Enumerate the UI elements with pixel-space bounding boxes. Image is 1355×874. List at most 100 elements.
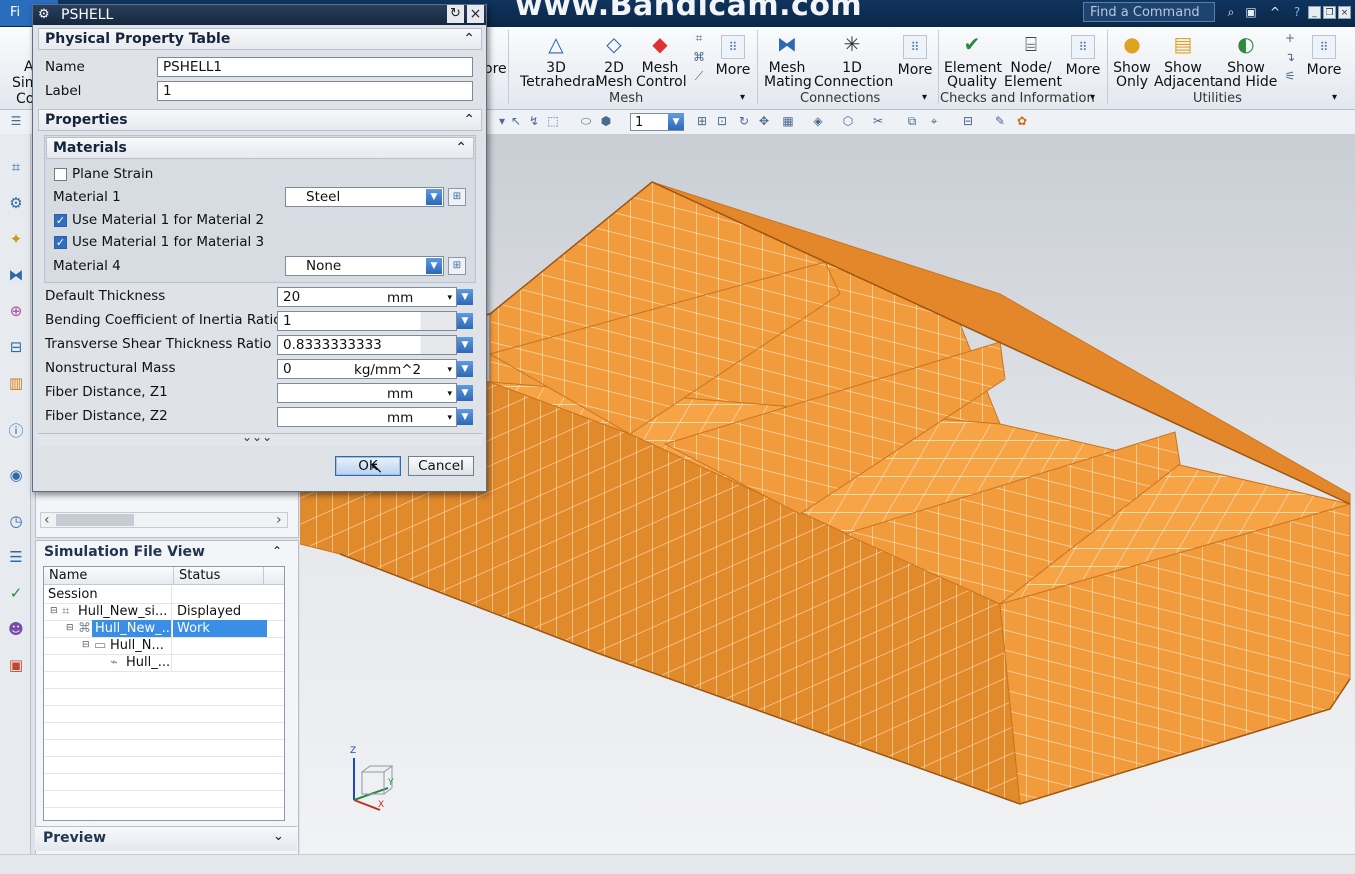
pan-icon[interactable]: ✥ [756,113,772,129]
info-icon[interactable]: ⓘ [6,420,26,442]
chevron-up-icon[interactable]: ⌃ [272,544,282,558]
material-1-dropdown[interactable]: Steel ▼ [285,187,444,207]
expression-menu-icon[interactable]: ▼ [457,361,473,377]
default-thickness-input[interactable] [277,287,385,307]
rectangle-select-icon[interactable]: ⬚ [545,113,561,129]
chevron-up-icon[interactable]: ⌃ [463,29,475,49]
scroll-left-icon[interactable]: ‹ [44,512,50,528]
cancel-button[interactable]: Cancel [408,456,474,476]
name-input[interactable] [157,57,473,77]
collapse-icon[interactable]: ⊟ [82,637,90,654]
2d-mesh-button[interactable]: ◇ 2D Mesh [594,31,634,89]
expression-menu-icon[interactable]: ▼ [457,409,473,425]
web-browser-icon[interactable]: ⊟ [6,336,26,358]
properties-header[interactable]: Properties ⌃ [38,109,482,131]
chevron-down-icon[interactable]: ▾ [922,92,927,103]
display-mode-icon[interactable]: ▦ [780,113,796,129]
physical-property-table-header[interactable]: Physical Property Table ⌃ [38,28,482,50]
material-library-icon[interactable]: ⊞ [448,188,466,206]
column-header-status[interactable]: Status [174,567,264,585]
close-window-icon[interactable]: × [1338,6,1351,19]
lasso-icon[interactable]: ↯ [526,113,542,129]
chevron-down-icon[interactable]: ⌄ [273,829,284,844]
mesh-small-icon-2[interactable]: ⌘ [691,49,707,65]
paint-icon[interactable]: ✿ [1014,113,1030,129]
collapse-icon[interactable]: ⊟ [50,603,58,620]
table-row[interactable]: Session [44,586,284,604]
collapse-icon[interactable]: ⊟ [66,620,74,637]
node-element-button[interactable]: ⌸ Node/ Element [1004,31,1062,89]
measure-icon[interactable]: ⊟ [960,113,976,129]
material-library-icon[interactable]: ⊞ [448,257,466,275]
materials-header[interactable]: Materials ⌃ [46,137,474,159]
part-navigator-icon[interactable]: ⌗ [6,156,26,178]
assembly-navigator-icon[interactable]: ⚙ [6,192,26,214]
mesh-control-button[interactable]: ◆ Mesh Control [636,31,687,89]
element-quality-button[interactable]: ✔ Element Quality [944,31,1002,89]
command-search-input[interactable]: Find a Command [1083,2,1215,22]
mesh-small-icon-3[interactable]: ⟋ [691,68,707,84]
expression-menu-icon[interactable]: ▼ [457,337,473,353]
use-material1-for-material3-checkbox[interactable]: ✓ [54,236,67,249]
chevron-down-icon[interactable]: ▾ [740,92,745,103]
chevron-down-icon[interactable]: ▾ [1332,92,1337,103]
ribbon-more-cut[interactable]: ore [484,62,507,76]
scroll-right-icon[interactable]: › [276,512,282,528]
label-input[interactable] [157,81,473,101]
table-row-selected[interactable]: ⊟ ⌘ Hull_New_... Work [44,620,284,638]
section-icon[interactable]: ✂ [870,113,886,129]
constraint-navigator-icon[interactable]: ✦ [6,228,26,250]
orient-view-icon[interactable]: ⬡ [840,113,856,129]
transverse-shear-input[interactable] [277,335,457,355]
chevron-up-icon[interactable]: ⌃ [463,110,475,130]
search-icon[interactable]: ⌕ [1224,5,1238,19]
table-row[interactable]: ⊟ ▭ Hull_N... [44,637,284,655]
gear-icon[interactable]: ⚙ [38,5,50,25]
menu-icon[interactable]: ☰ [8,113,24,129]
layer-icon[interactable]: ⧉ [904,113,920,129]
rotate-icon[interactable]: ↻ [736,113,752,129]
bending-coefficient-input[interactable] [277,311,457,331]
show-adjacent-button[interactable]: ▤ Show Adjacent [1154,31,1215,89]
history-icon[interactable]: ▥ [6,372,26,394]
table-row[interactable]: ⌁ Hull_... [44,654,284,672]
default-thickness-unit[interactable]: mm ▾ [385,287,457,307]
material-4-dropdown[interactable]: None ▼ [285,256,444,276]
ok-button[interactable]: OK [335,456,401,476]
nonstructural-mass-unit[interactable]: kg/mm^2 ▾ [351,359,457,379]
show-and-hide-button[interactable]: ◐ Show and Hide [1214,31,1278,89]
mesh-small-icon-1[interactable]: ⌗ [691,30,707,46]
chevron-up-icon[interactable]: ⌃ [455,138,467,158]
collapse-ribbon-icon[interactable]: ^ [1268,5,1282,19]
clock-icon[interactable]: ◷ [6,510,26,532]
system-scene-icon[interactable]: ▣ [6,654,26,676]
process-studio-icon[interactable]: ☰ [6,546,26,568]
restore-icon[interactable]: ❐ [1323,6,1336,19]
manufacturing-wizard-icon[interactable]: ✓ [6,582,26,604]
cube-icon[interactable]: ⬢ [598,113,614,129]
more-options-bar[interactable]: ⌄⌄⌄ [38,430,482,446]
zoom-icon[interactable]: ⊡ [714,113,730,129]
hd3d-tools-icon[interactable]: ⊕ [6,300,26,322]
note-icon[interactable]: ✎ [992,113,1008,129]
view-triad[interactable]: Z Y X [350,746,400,812]
chevron-down-icon[interactable]: ▼ [426,189,442,205]
expand-more-icon[interactable]: ⌄⌄⌄ [242,430,272,444]
expression-menu-icon[interactable]: ▼ [457,313,473,329]
fiber-distance-z2-input[interactable] [277,407,385,427]
roles-icon[interactable]: ☻ [6,618,26,640]
fit-icon[interactable]: ⊞ [694,113,710,129]
fill-icon[interactable]: ⬭ [578,113,594,129]
minimize-icon[interactable]: _ [1308,6,1321,19]
select-icon[interactable]: ↖ [508,113,524,129]
window-layout-icon[interactable]: ▣ [1244,5,1258,19]
expression-menu-icon[interactable]: ▼ [457,385,473,401]
fiber-distance-z1-unit[interactable]: mm ▾ [385,383,457,403]
column-header-name[interactable]: Name [44,567,174,585]
chevron-down-icon[interactable]: ▾ [1090,92,1095,103]
reuse-library-icon[interactable]: ⧓ [6,264,26,286]
use-material1-for-material2-checkbox[interactable]: ✓ [54,214,67,227]
3d-tetrahedral-button[interactable]: △ 3D Tetrahedral [520,31,599,89]
fiber-distance-z2-unit[interactable]: mm ▾ [385,407,457,427]
show-only-button[interactable]: ● Show Only [1112,31,1152,89]
